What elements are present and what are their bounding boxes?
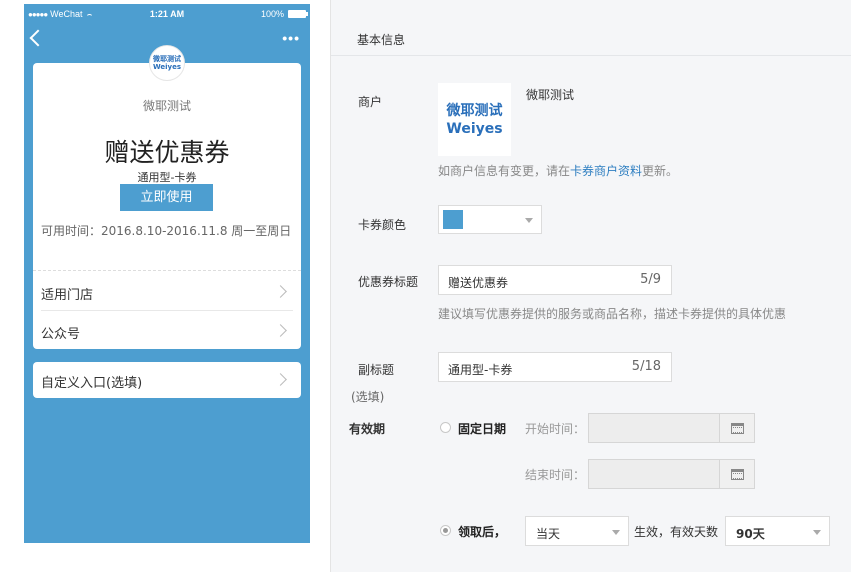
- effective-text: 生效，有效天数: [634, 525, 719, 539]
- fixed-date-label[interactable]: 固定日期: [458, 420, 506, 437]
- calendar-icon: [731, 469, 744, 480]
- back-arrow-icon[interactable]: [29, 29, 47, 47]
- chevron-right-icon: [274, 373, 287, 386]
- end-time-label: 结束时间：: [525, 468, 586, 482]
- battery-percent: 100%: [260, 9, 284, 19]
- official-account-row[interactable]: 公众号: [33, 312, 301, 350]
- after-receive-radio[interactable]: [440, 525, 451, 536]
- section-divider: [331, 55, 851, 56]
- chevron-down-icon: [813, 530, 821, 535]
- chevron-down-icon: [525, 218, 533, 223]
- preview-merchant-name: 微耶测试: [142, 99, 191, 113]
- preview-coupon-title: 赠送优惠券: [104, 138, 230, 167]
- chevron-right-icon: [274, 324, 287, 337]
- valid-days-value: 90天: [736, 527, 765, 541]
- row-divider: [41, 310, 293, 311]
- subtitle-label: 副标题: [358, 363, 395, 377]
- merchant-label: 商户: [358, 95, 383, 109]
- after-receive-label[interactable]: 领取后，: [458, 523, 506, 540]
- dashed-divider: [33, 270, 301, 271]
- status-bar: ●●●●● WeChat 1:21 AM 100%: [24, 4, 310, 24]
- valid-days-select[interactable]: 90天: [725, 516, 830, 546]
- card-color-label: 卡券颜色: [358, 218, 407, 232]
- effective-day-value: 当天: [536, 527, 561, 541]
- subtitle-value: 通用型-卡券: [448, 363, 513, 377]
- section-title: 基本信息: [357, 33, 406, 47]
- subtitle-input[interactable]: 通用型-卡券 5/18: [438, 352, 672, 382]
- coupon-title-input[interactable]: 赠送优惠券 5/9: [438, 265, 672, 295]
- battery-icon: [288, 10, 308, 18]
- row-label: 自定义入口(选填): [41, 376, 143, 391]
- start-calendar-button[interactable]: [719, 413, 755, 443]
- effective-day-select[interactable]: 当天: [525, 516, 629, 546]
- preview-merchant-logo: 微耶测试 Weiyes: [149, 45, 185, 81]
- card-color-select[interactable]: [438, 205, 542, 234]
- chevron-down-icon: [612, 530, 620, 535]
- coupon-title-counter: 5/9: [640, 272, 661, 287]
- calendar-icon: [731, 423, 744, 434]
- more-icon[interactable]: •••: [282, 30, 300, 46]
- form-panel: 基本信息 商户 微耶测试 Weiyes 微耶测试 如商户信息有变更，请在卡券商户…: [330, 0, 851, 572]
- merchant-name: 微耶测试: [526, 88, 575, 102]
- custom-entry-row[interactable]: 自定义入口(选填): [33, 362, 301, 398]
- validity-label: 有效期: [349, 422, 386, 436]
- start-time-input[interactable]: [588, 413, 720, 443]
- coupon-title-value: 赠送优惠券: [448, 276, 509, 290]
- merchant-logo: 微耶测试 Weiyes: [438, 83, 511, 156]
- row-label: 适用门店: [41, 288, 94, 303]
- applicable-stores-row[interactable]: 适用门店: [33, 273, 301, 311]
- coupon-title-hint: 建议填写优惠券提供的服务或商品名称，描述卡券提供的具体优惠: [438, 307, 787, 321]
- subtitle-optional: (选填): [351, 390, 385, 404]
- row-label: 公众号: [41, 327, 81, 342]
- coupon-card: 微耶测试 赠送优惠券 通用型-卡券 立即使用 可用时间：2016.8.10-20…: [33, 63, 301, 349]
- use-now-button[interactable]: 立即使用: [120, 184, 213, 211]
- color-swatch: [443, 210, 463, 229]
- fixed-date-radio[interactable]: [440, 422, 451, 433]
- preview-validity: 可用时间：2016.8.10-2016.11.8 周一至周日: [41, 224, 292, 238]
- subtitle-counter: 5/18: [631, 359, 661, 374]
- merchant-profile-link[interactable]: 卡券商户资料: [570, 164, 642, 178]
- coupon-title-label: 优惠券标题: [358, 275, 419, 289]
- end-calendar-button[interactable]: [719, 459, 755, 489]
- merchant-hint: 如商户信息有变更，请在卡券商户资料更新。: [438, 164, 679, 178]
- end-time-input[interactable]: [588, 459, 720, 489]
- start-time-label: 开始时间：: [525, 422, 586, 436]
- chevron-right-icon: [274, 285, 287, 298]
- phone-preview: ●●●●● WeChat 1:21 AM 100% ••• 微耶测试 赠送优惠券…: [24, 4, 310, 543]
- preview-coupon-subtitle: 通用型-卡券: [137, 171, 197, 184]
